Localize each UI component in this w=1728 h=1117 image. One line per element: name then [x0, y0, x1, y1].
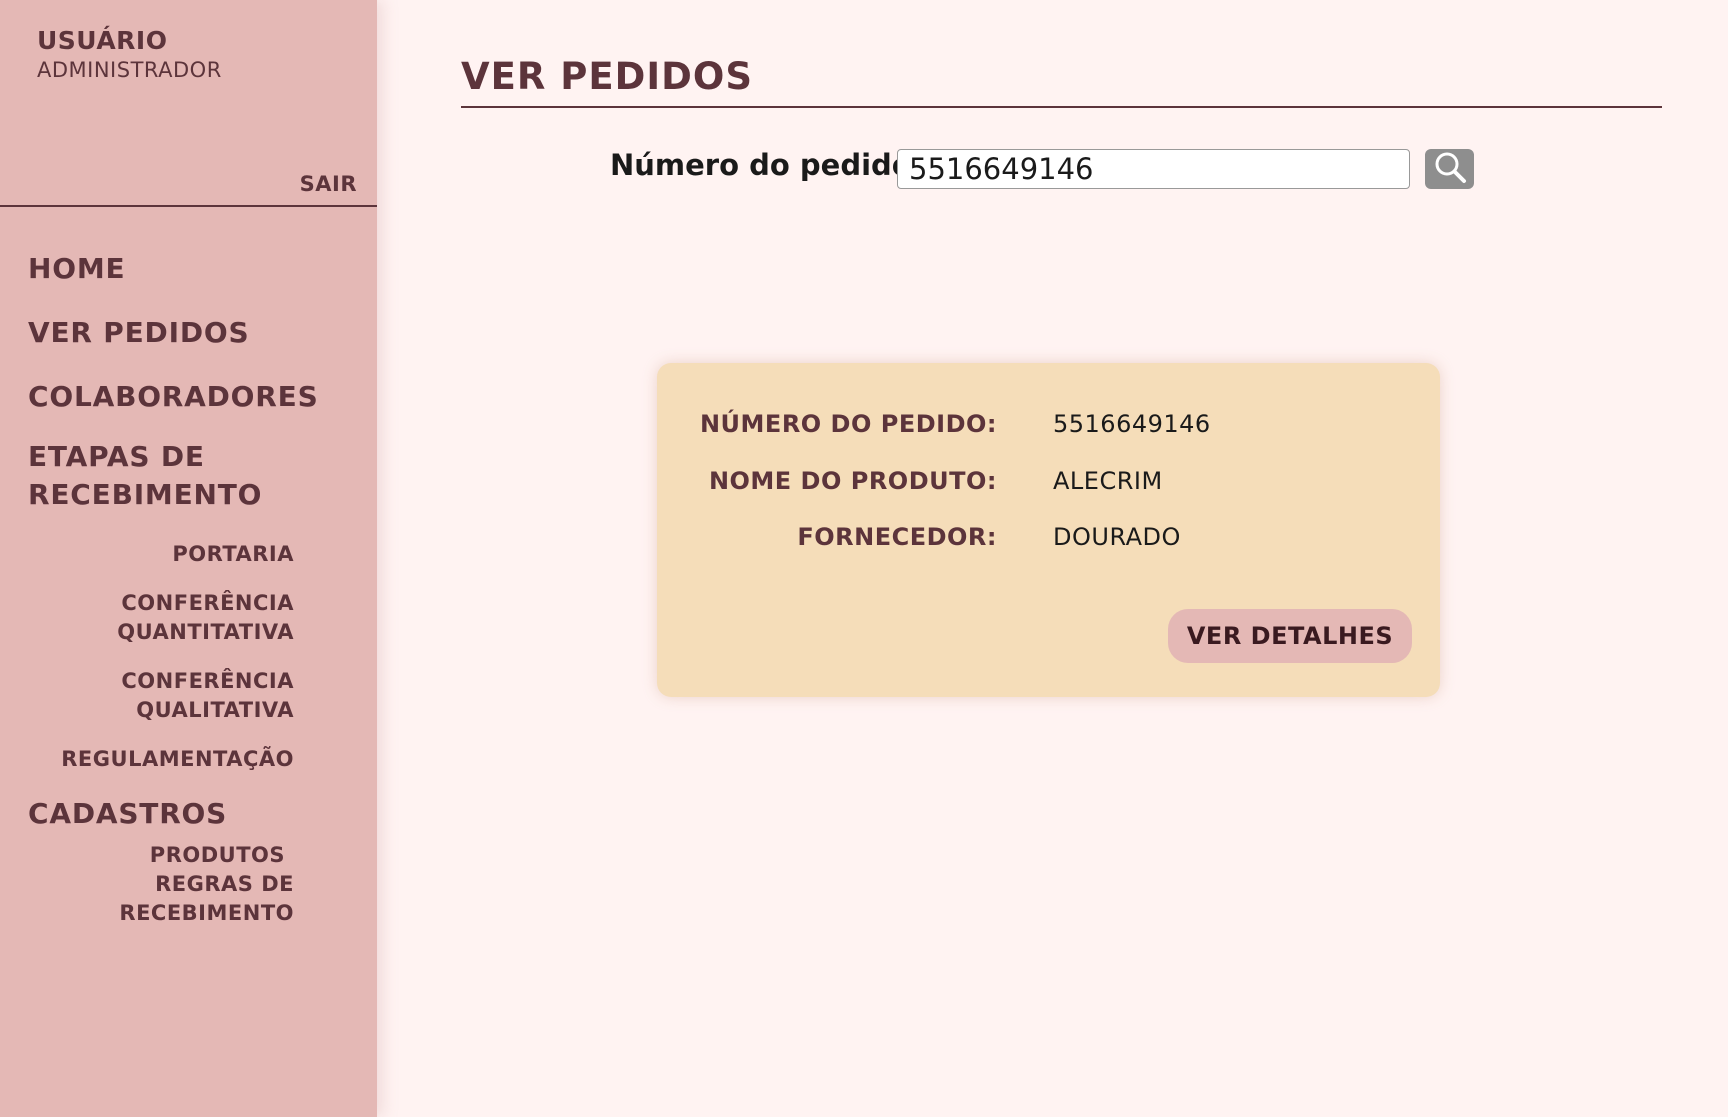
nav-subitem-rules-line1: REGRAS DE — [155, 872, 294, 896]
order-result-card: NÚMERO DO PEDIDO: 5516649146 NOME DO PRO… — [657, 363, 1440, 697]
user-name: USUÁRIO — [37, 26, 168, 55]
product-name-row: NOME DO PRODUTO: ALECRIM — [657, 467, 1440, 499]
nav-subitem-qual-line1: CONFERÊNCIA — [121, 669, 294, 693]
nav-item-colaboradores[interactable]: COLABORADORES — [28, 378, 319, 416]
nav-subitem-rules-line2: RECEBIMENTO — [119, 901, 294, 925]
nav-subitem-qual-line2: QUALITATIVA — [136, 698, 294, 722]
sidebar: USUÁRIO ADMINISTRADOR SAIR HOME VER PEDI… — [0, 0, 377, 1117]
user-role: ADMINISTRADOR — [37, 58, 222, 82]
nav-subitem-conferencia-quantitativa[interactable]: CONFERÊNCIA QUANTITATIVA — [117, 589, 294, 647]
supplier-row: FORNECEDOR: DOURADO — [657, 523, 1440, 555]
nav-subitem-quant-line1: CONFERÊNCIA — [121, 591, 294, 615]
order-number-search-label: Número do pedido: — [610, 148, 924, 182]
order-number-search-input[interactable] — [897, 149, 1410, 189]
supplier-label: FORNECEDOR: — [797, 523, 997, 551]
nav-item-cadastros[interactable]: CADASTROS — [28, 795, 227, 833]
order-number-value: 5516649146 — [1053, 410, 1211, 438]
nav-item-etapas-line1: ETAPAS DE — [28, 440, 205, 473]
view-details-button[interactable]: VER DETALHES — [1168, 609, 1412, 663]
product-name-label: NOME DO PRODUTO: — [708, 467, 997, 495]
search-button[interactable] — [1425, 149, 1474, 189]
sidebar-divider — [0, 205, 377, 207]
nav-subitem-quant-line2: QUANTITATIVA — [117, 620, 294, 644]
page-title: VER PEDIDOS — [461, 55, 753, 98]
order-number-label: NÚMERO DO PEDIDO: — [699, 410, 997, 438]
nav-item-etapas-line2: RECEBIMENTO — [28, 478, 263, 511]
product-name-value: ALECRIM — [1053, 467, 1163, 495]
nav-item-home[interactable]: HOME — [28, 250, 125, 288]
nav-subitem-regras-de-recebimento[interactable]: REGRAS DE RECEBIMENTO — [119, 870, 294, 928]
title-divider — [461, 106, 1662, 108]
search-icon — [1433, 150, 1467, 188]
nav-subitem-conferencia-qualitativa[interactable]: CONFERÊNCIA QUALITATIVA — [121, 667, 294, 725]
nav-subitem-portaria[interactable]: PORTARIA — [172, 540, 294, 569]
nav-item-ver-pedidos[interactable]: VER PEDIDOS — [28, 314, 249, 352]
logout-link[interactable]: SAIR — [300, 172, 357, 196]
nav-subitem-regulamentacao[interactable]: REGULAMENTAÇÃO — [61, 745, 294, 774]
nav-subitem-produtos[interactable]: PRODUTOS — [150, 841, 285, 870]
nav-item-etapas-de-recebimento[interactable]: ETAPAS DE RECEBIMENTO — [28, 438, 262, 514]
order-number-row: NÚMERO DO PEDIDO: 5516649146 — [657, 410, 1440, 442]
supplier-value: DOURADO — [1053, 523, 1181, 551]
